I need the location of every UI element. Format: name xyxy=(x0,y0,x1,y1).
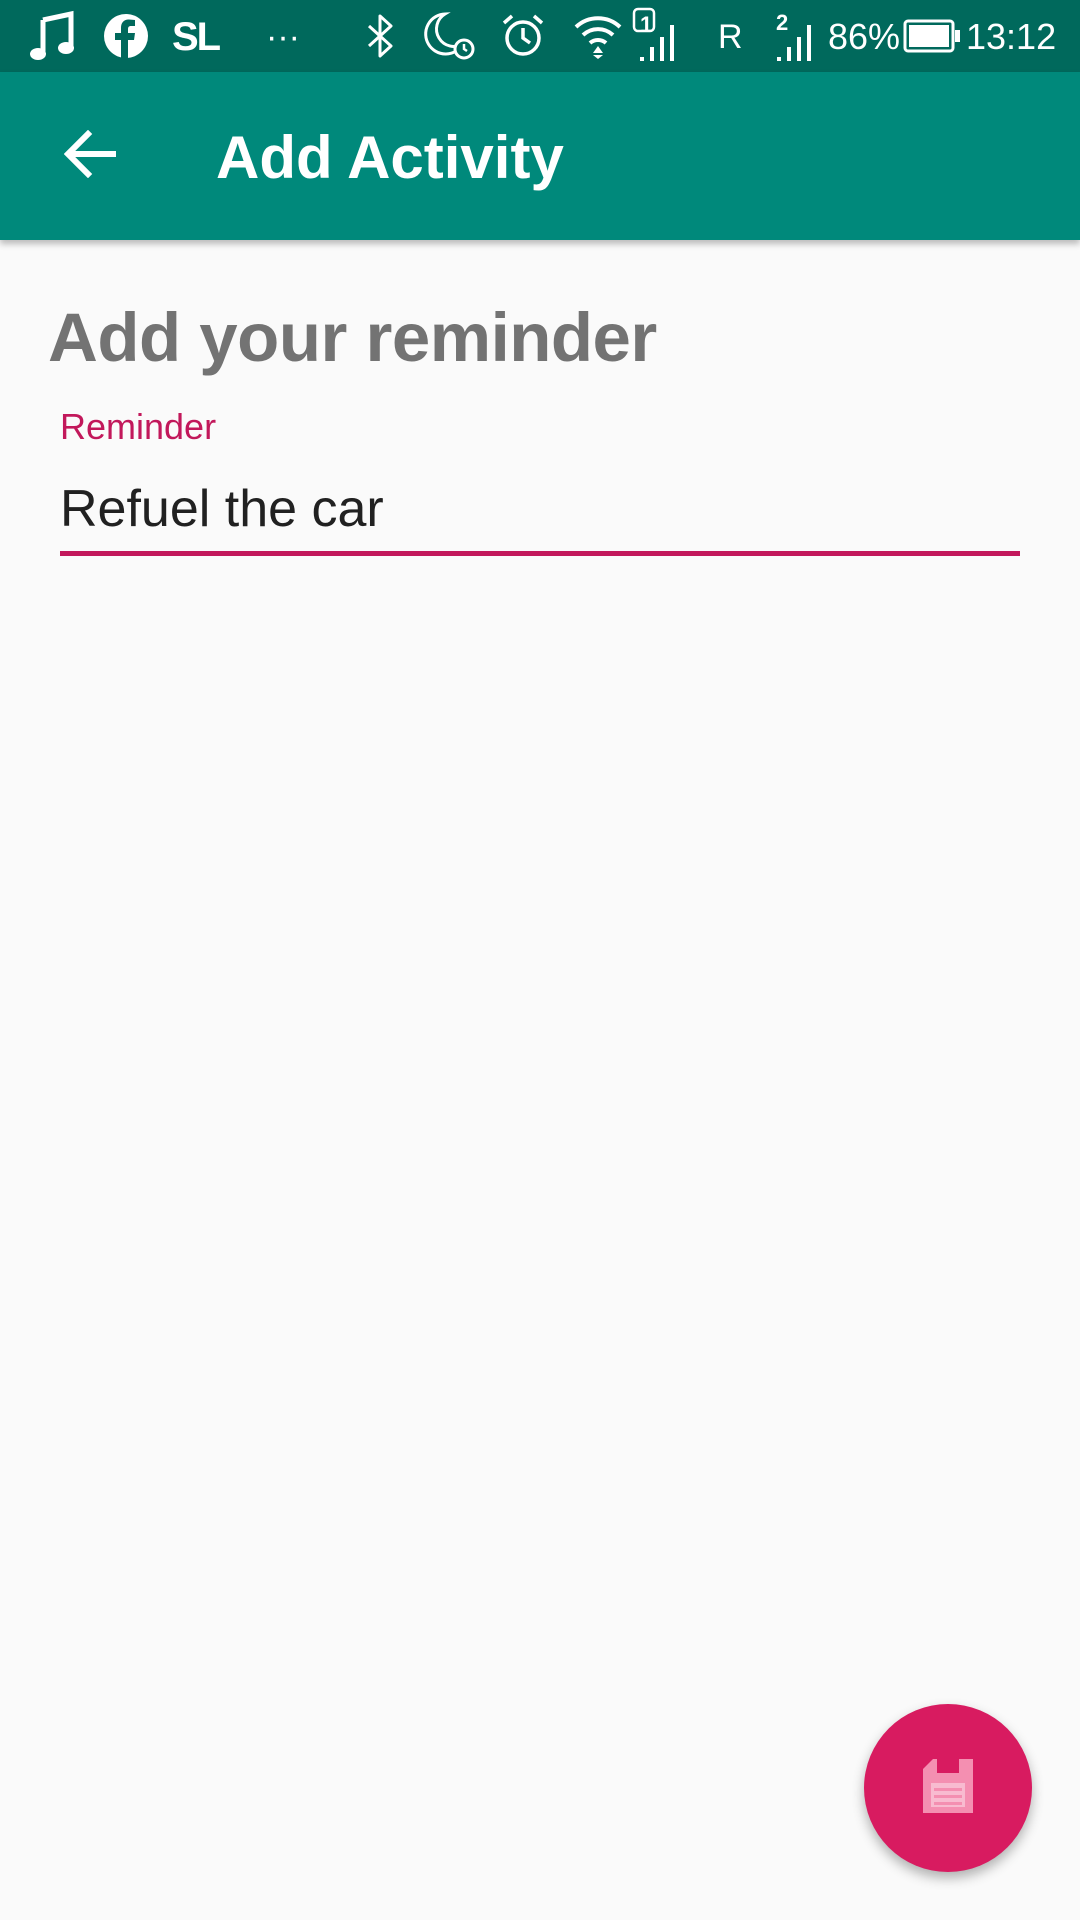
more-notifications-icon: ··· xyxy=(266,18,300,56)
status-bar: SL ··· 1 R 2 86% 13:12 xyxy=(0,0,1080,72)
battery-percentage: 86% xyxy=(828,16,901,57)
app-bar: Add Activity xyxy=(0,72,1080,240)
sim1-label: 1 xyxy=(640,12,653,37)
sim2-label: 2 xyxy=(776,10,789,35)
wifi-icon xyxy=(570,0,626,72)
back-button[interactable] xyxy=(40,106,140,206)
battery-icon xyxy=(902,0,962,72)
alarm-icon xyxy=(498,0,548,72)
app-badge: SL xyxy=(172,15,221,59)
reminder-field-label: Reminder xyxy=(60,406,217,447)
facebook-icon xyxy=(100,0,152,72)
music-note-icon xyxy=(22,0,82,72)
save-icon xyxy=(919,1757,977,1820)
reminder-field-underline xyxy=(60,551,1020,556)
do-not-disturb-moon-icon xyxy=(422,0,478,72)
bluetooth-icon xyxy=(360,0,400,72)
save-button[interactable] xyxy=(864,1704,1032,1872)
app-bar-title: Add Activity xyxy=(216,124,564,191)
roaming-indicator: R xyxy=(718,18,743,56)
clock: 13:12 xyxy=(966,16,1057,57)
reminder-input[interactable] xyxy=(60,466,1020,552)
page-heading: Add your reminder xyxy=(48,299,657,376)
arrow-back-icon xyxy=(63,129,117,183)
